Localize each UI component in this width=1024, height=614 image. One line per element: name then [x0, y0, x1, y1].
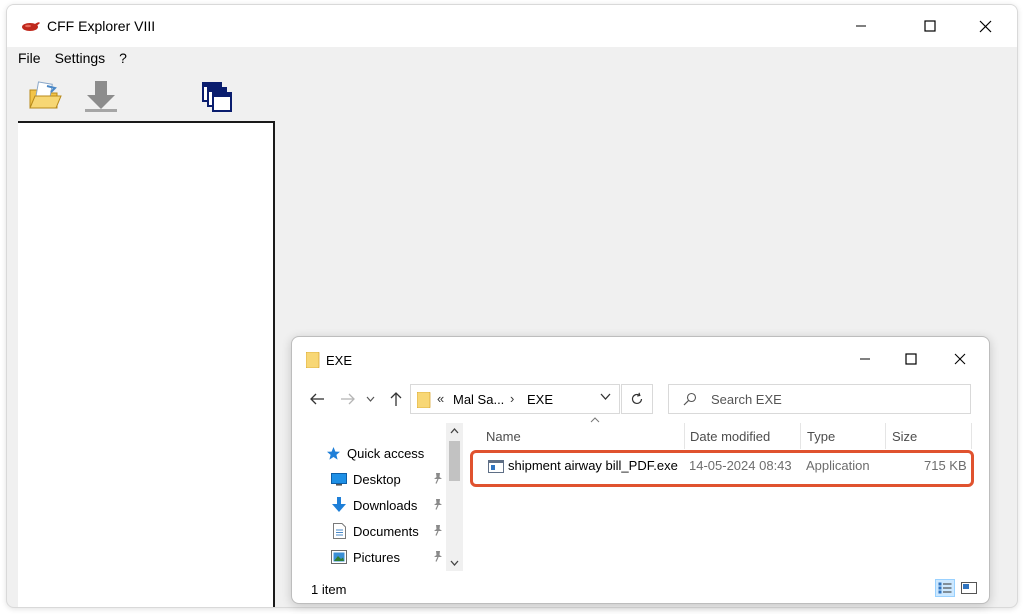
chevron-up-icon — [450, 428, 459, 434]
menu-file[interactable]: File — [13, 50, 46, 66]
maximize-button[interactable] — [907, 5, 953, 47]
sort-ascending-icon — [590, 417, 600, 423]
up-button[interactable] — [385, 389, 407, 409]
file-list: Name Date modified Type Size shipment ai… — [468, 417, 988, 571]
close-icon — [954, 353, 966, 365]
save-button[interactable] — [81, 77, 121, 115]
column-header-date-modified[interactable]: Date modified — [684, 423, 801, 449]
file-type: Application — [806, 458, 870, 473]
windows-icon — [202, 82, 232, 112]
nav-item-label: Downloads — [353, 497, 418, 513]
explorer-maximize-button[interactable] — [888, 341, 934, 377]
breadcrumb-segment[interactable]: Mal Sa... — [453, 392, 504, 407]
address-bar[interactable]: « Mal Sa... › EXE — [410, 384, 620, 414]
item-count: 1 item — [311, 582, 347, 597]
explorer-minimize-button[interactable] — [842, 341, 888, 377]
menu-help[interactable]: ? — [114, 50, 132, 66]
navigation-pane: Quick access Desktop Downloads Documents — [292, 423, 464, 571]
explorer-close-button[interactable] — [937, 341, 983, 377]
file-name: shipment airway bill_PDF.exe — [508, 458, 678, 473]
chevron-down-icon[interactable] — [600, 393, 611, 400]
pictures-icon — [330, 549, 348, 565]
search-icon — [683, 392, 697, 406]
breadcrumb-segment[interactable]: EXE — [527, 392, 553, 407]
scroll-down-button[interactable] — [446, 555, 463, 571]
nav-item-label: Pictures — [353, 549, 400, 565]
close-icon — [979, 20, 991, 32]
navigation-scrollbar[interactable] — [446, 423, 463, 571]
refresh-button[interactable] — [621, 384, 653, 414]
status-bar: 1 item — [292, 571, 989, 603]
nav-item-quick-access[interactable]: Quick access — [324, 442, 424, 464]
download-arrow-icon — [85, 81, 117, 112]
column-header-name[interactable]: Name — [480, 417, 685, 449]
arrow-left-icon — [310, 393, 324, 405]
explorer-title: EXE — [326, 353, 353, 368]
title-bar[interactable]: CFF Explorer VIII — [7, 5, 1017, 47]
column-label: Type — [807, 428, 836, 444]
explorer-title-bar[interactable]: EXE — [292, 337, 989, 381]
breadcrumb-separator[interactable]: › — [510, 391, 514, 406]
minimize-button[interactable] — [838, 5, 884, 47]
maximize-icon — [924, 20, 936, 32]
folder-icon — [306, 352, 320, 368]
back-button[interactable] — [306, 389, 328, 409]
arrow-right-icon — [341, 393, 355, 405]
maximize-icon — [905, 353, 917, 365]
desktop-icon — [330, 471, 348, 487]
minimize-icon — [860, 358, 870, 360]
close-button[interactable] — [962, 5, 1008, 47]
details-view-button[interactable] — [935, 579, 955, 597]
document-icon — [330, 523, 348, 539]
search-input[interactable] — [709, 385, 959, 413]
file-size: 715 KB — [924, 458, 967, 473]
forward-button[interactable] — [337, 389, 359, 409]
recent-locations-button[interactable] — [363, 389, 377, 409]
refresh-icon — [631, 392, 643, 405]
file-explorer-window: EXE « Mal Sa... › EXE Search EXE Quick a… — [291, 336, 990, 604]
tree-pane[interactable] — [18, 121, 275, 607]
minimize-icon — [856, 25, 866, 27]
address-overflow[interactable]: « — [437, 391, 444, 406]
windows-button[interactable] — [197, 77, 237, 115]
nav-item-label: Documents — [353, 523, 419, 539]
pin-icon[interactable] — [432, 498, 444, 510]
large-icons-view-button[interactable] — [959, 579, 979, 597]
details-view-icon — [938, 582, 952, 594]
search-box[interactable] — [668, 384, 971, 414]
application-icon — [488, 460, 504, 473]
column-header-type[interactable]: Type — [801, 423, 886, 449]
menu-bar: File Settings ? — [7, 47, 1017, 69]
star-icon — [324, 445, 342, 461]
app-logo-icon — [22, 22, 40, 31]
table-row[interactable]: shipment airway bill_PDF.exe 14-05-2024 … — [470, 453, 978, 479]
large-icons-view-icon — [961, 582, 977, 594]
window-title: CFF Explorer VIII — [47, 18, 156, 34]
column-label: Name — [486, 428, 521, 444]
scroll-thumb[interactable] — [449, 441, 460, 481]
column-label: Date modified — [690, 428, 771, 444]
column-label: Size — [892, 428, 918, 444]
chevron-down-icon — [450, 560, 459, 566]
download-icon — [330, 497, 348, 513]
pin-icon[interactable] — [432, 524, 444, 536]
menu-settings[interactable]: Settings — [50, 50, 111, 66]
nav-item-label: Desktop — [353, 471, 401, 487]
navigation-row: « Mal Sa... › EXE — [292, 381, 989, 417]
chevron-down-icon — [366, 396, 374, 402]
file-date-modified: 14-05-2024 08:43 — [689, 458, 792, 473]
folder-icon — [417, 392, 431, 408]
scroll-up-button[interactable] — [446, 423, 463, 439]
toolbar — [7, 69, 1017, 121]
pin-icon[interactable] — [432, 550, 444, 562]
column-header-size[interactable]: Size — [886, 423, 972, 449]
pin-icon[interactable] — [432, 472, 444, 484]
open-folder-icon — [29, 81, 62, 109]
nav-item-label: Quick access — [347, 445, 425, 461]
arrow-up-icon — [390, 392, 402, 406]
open-file-button[interactable] — [25, 77, 65, 115]
